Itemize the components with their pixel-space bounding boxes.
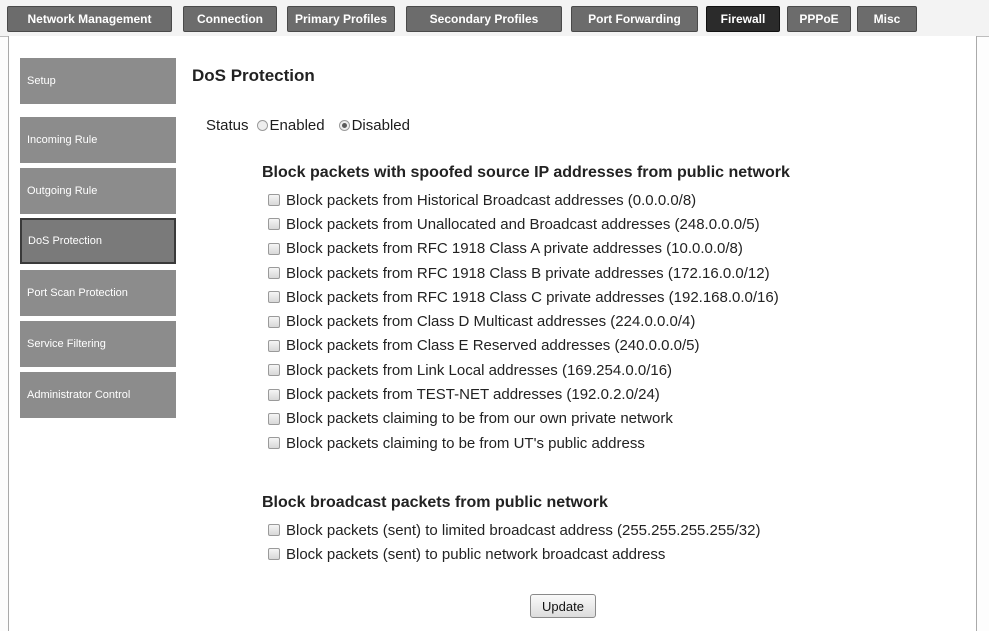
option-label: Block packets from Unallocated and Broad… [286, 215, 760, 233]
option-label: Block packets from RFC 1918 Class B priv… [286, 264, 770, 282]
broadcast-option[interactable]: Block packets (sent) to limited broadcas… [268, 518, 760, 542]
checkbox[interactable] [268, 388, 280, 401]
spoofed-option[interactable]: Block packets from Class E Reserved addr… [268, 334, 779, 358]
sidebar-item-incoming-rule[interactable]: Incoming Rule [20, 117, 176, 163]
option-label: Block packets (sent) to limited broadcas… [286, 521, 761, 539]
option-label: Block packets from Link Local addresses … [286, 361, 673, 379]
tab-pppoe[interactable]: PPPoE [787, 6, 851, 32]
broadcast-option[interactable]: Block packets (sent) to public network b… [268, 542, 760, 566]
option-label: Block packets from Class E Reserved addr… [286, 337, 700, 355]
option-label: Block packets from RFC 1918 Class C priv… [286, 288, 779, 306]
spoofed-options-list: Block packets from Historical Broadcast … [268, 188, 779, 455]
status-label: Status [206, 117, 249, 134]
tab-network-management[interactable]: Network Management [7, 6, 172, 32]
update-button[interactable]: Update [530, 594, 596, 618]
checkbox[interactable] [268, 548, 280, 561]
checkbox[interactable] [268, 364, 280, 377]
option-label: Block packets from Historical Broadcast … [286, 191, 697, 209]
status-disabled-label[interactable]: Disabled [352, 117, 410, 134]
sidebar-item-dos-protection[interactable]: DoS Protection [20, 218, 176, 264]
tab-firewall[interactable]: Firewall [706, 6, 780, 32]
sidebar-item-administrator-control[interactable]: Administrator Control [20, 372, 176, 418]
option-label: Block packets (sent) to public network b… [286, 545, 666, 563]
tab-misc[interactable]: Misc [857, 6, 917, 32]
option-label: Block packets from TEST-NET addresses (1… [286, 386, 660, 404]
status-disabled-radio[interactable] [338, 120, 350, 131]
spoofed-option[interactable]: Block packets from Class D Multicast add… [268, 309, 779, 333]
status-enabled-label[interactable]: Enabled [270, 117, 325, 134]
checkbox[interactable] [268, 291, 280, 304]
option-label: Block packets from RFC 1918 Class A priv… [286, 240, 743, 258]
option-label: Block packets claiming to be from UT's p… [286, 434, 645, 452]
spoofed-option[interactable]: Block packets claiming to be from our ow… [268, 407, 779, 431]
checkbox[interactable] [268, 242, 280, 255]
spoofed-option[interactable]: Block packets from RFC 1918 Class C priv… [268, 285, 779, 309]
tab-port-forwarding[interactable]: Port Forwarding [571, 6, 698, 32]
spoofed-option[interactable]: Block packets from Historical Broadcast … [268, 188, 779, 212]
checkbox[interactable] [268, 315, 280, 328]
sidebar-item-setup[interactable]: Setup [20, 58, 176, 104]
spoofed-option[interactable]: Block packets from Link Local addresses … [268, 358, 779, 382]
spoofed-section-heading: Block packets with spoofed source IP add… [262, 164, 790, 181]
page-title: DoS Protection [192, 66, 315, 85]
checkbox[interactable] [268, 218, 280, 231]
checkbox[interactable] [268, 194, 280, 207]
status-enabled-radio[interactable] [256, 120, 268, 131]
tab-primary-profiles[interactable]: Primary Profiles [287, 6, 395, 32]
checkbox[interactable] [268, 437, 280, 450]
checkbox[interactable] [268, 524, 280, 537]
broadcast-options-list: Block packets (sent) to limited broadcas… [268, 518, 760, 567]
broadcast-section-heading: Block broadcast packets from public netw… [262, 494, 608, 511]
spoofed-option[interactable]: Block packets from RFC 1918 Class A priv… [268, 237, 779, 261]
sidebar-item-outgoing-rule[interactable]: Outgoing Rule [20, 168, 176, 214]
checkbox[interactable] [268, 267, 280, 280]
tab-secondary-profiles[interactable]: Secondary Profiles [406, 6, 562, 32]
top-tab-bar: Network Management Connection Primary Pr… [0, 0, 989, 37]
sidebar-item-port-scan-protection[interactable]: Port Scan Protection [20, 270, 176, 316]
status-row: Status Enabled Disabled [206, 117, 416, 134]
option-label: Block packets claiming to be from our ow… [286, 410, 673, 428]
checkbox[interactable] [268, 412, 280, 425]
tab-connection[interactable]: Connection [183, 6, 277, 32]
spoofed-option[interactable]: Block packets from RFC 1918 Class B priv… [268, 261, 779, 285]
checkbox[interactable] [268, 339, 280, 352]
spoofed-option[interactable]: Block packets from TEST-NET addresses (1… [268, 382, 779, 406]
option-label: Block packets from Class D Multicast add… [286, 313, 696, 331]
spoofed-option[interactable]: Block packets claiming to be from UT's p… [268, 431, 779, 455]
sidebar-item-service-filtering[interactable]: Service Filtering [20, 321, 176, 367]
spoofed-option[interactable]: Block packets from Unallocated and Broad… [268, 212, 779, 236]
